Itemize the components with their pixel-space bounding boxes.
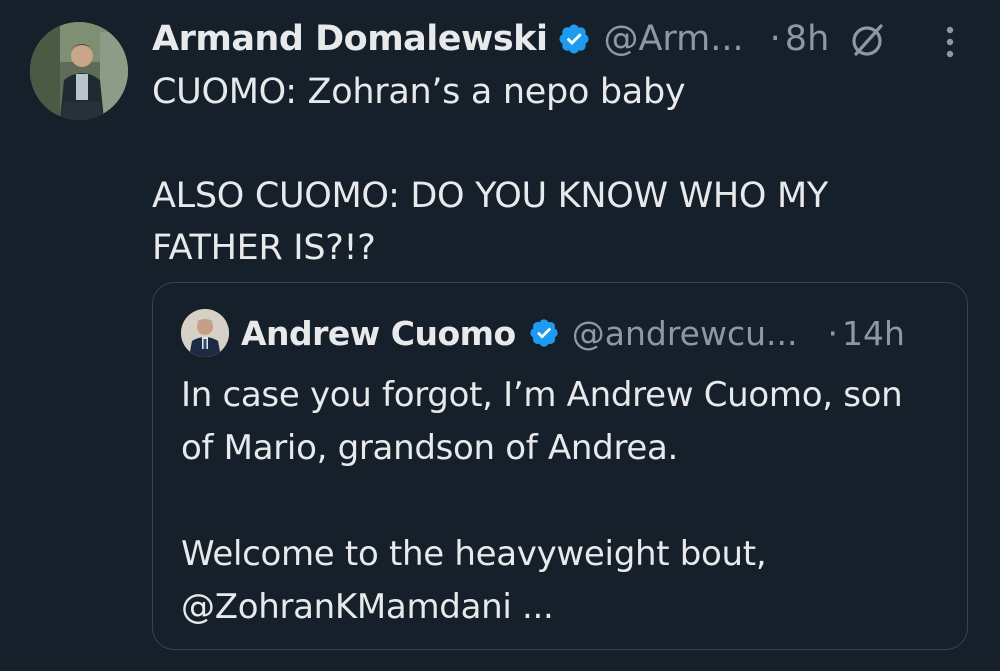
quoted-tweet-header: Andrew Cuomo @andrewcu... · 14h [241, 307, 905, 359]
avatar-photo [30, 22, 128, 120]
verified-badge-icon [557, 22, 591, 56]
timestamp[interactable]: 8h [785, 19, 829, 59]
more-vertical-icon[interactable] [938, 24, 962, 60]
author-avatar[interactable] [30, 22, 128, 120]
tweet-header: Armand Domalewski @Arm... · 8h [152, 14, 829, 64]
quoted-timestamp[interactable]: 14h [842, 314, 905, 353]
grok-icon[interactable] [848, 20, 888, 60]
tweet-text: CUOMO: Zohran’s a nepo baby ALSO CUOMO: … [152, 72, 828, 268]
separator-dot: · [827, 313, 838, 353]
quoted-tweet-card[interactable]: Andrew Cuomo @andrewcu... · 14h In case … [152, 282, 968, 650]
quoted-author-name[interactable]: Andrew Cuomo [241, 314, 516, 353]
quoted-avatar-photo [181, 309, 229, 357]
quoted-tweet-text: In case you forgot, I’m Andrew Cuomo, so… [181, 375, 903, 627]
quoted-author-handle[interactable]: @andrewcu... [572, 314, 798, 353]
author-handle[interactable]: @Arm... [603, 19, 743, 59]
tweet[interactable]: Armand Domalewski @Arm... · 8h CUOMO: Zo… [0, 0, 1000, 671]
separator-dot: · [769, 19, 781, 59]
author-name[interactable]: Armand Domalewski [152, 19, 548, 59]
verified-badge-icon [528, 317, 560, 349]
quoted-author-avatar[interactable] [181, 309, 229, 357]
